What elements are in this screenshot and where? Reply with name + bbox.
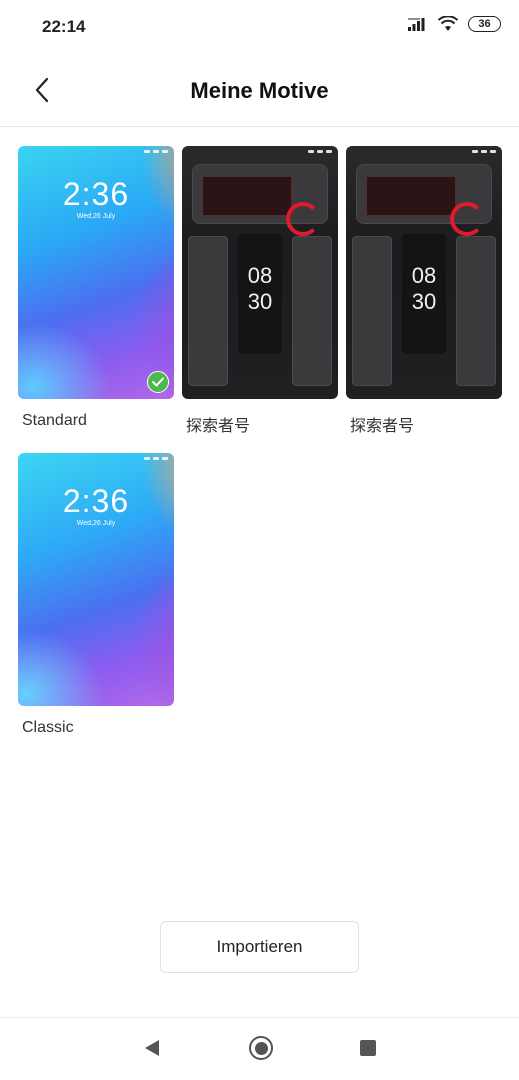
import-button[interactable]: Importieren [160, 921, 359, 973]
theme-thumbnail[interactable]: 2:36 Wed,26 July [18, 146, 174, 399]
status-time: 22:14 [42, 17, 86, 36]
battery-icon: 36 [468, 16, 501, 32]
theme-label: Classic [22, 719, 74, 736]
theme-tile-classic[interactable]: 2:36 Wed,26 July Classic [18, 453, 174, 737]
lock-time: 2:36 [62, 176, 130, 212]
status-bar: 22:14 36 [0, 0, 519, 52]
theme-thumbnail[interactable]: 08 30 [346, 146, 502, 399]
wifi-icon [438, 16, 458, 31]
theme-label: 探索者号 [186, 418, 251, 435]
lock-time: 2:36 [62, 483, 130, 519]
theme-thumbnail[interactable]: 08 30 [182, 146, 338, 399]
theme-thumbnail[interactable]: 2:36 Wed,26 July [18, 453, 174, 706]
theme-tile-standard[interactable]: 2:36 Wed,26 July Standard [18, 146, 174, 430]
square-recent-icon[interactable] [360, 1040, 376, 1056]
selected-check-icon [147, 371, 169, 393]
explorer-hours: 08 [247, 263, 273, 288]
status-icons: 36 [408, 16, 501, 32]
header: Meine Motive [0, 58, 519, 124]
triangle-back-icon[interactable] [142, 1038, 162, 1058]
circle-home-icon[interactable] [249, 1036, 273, 1060]
signal-icon [408, 18, 425, 31]
theme-tile-explorer[interactable]: 08 30 探索者号 [182, 146, 338, 436]
navigation-bar [0, 1018, 519, 1080]
header-divider [0, 126, 519, 127]
lock-date: Wed,26 July [76, 520, 116, 527]
page-title: Meine Motive [190, 78, 329, 103]
explorer-minutes: 30 [247, 289, 273, 314]
theme-label: Standard [22, 412, 87, 429]
explorer-hours: 08 [411, 263, 437, 288]
explorer-minutes: 30 [411, 289, 437, 314]
lock-date: Wed,26 July [76, 213, 116, 220]
theme-label: 探索者号 [350, 418, 415, 435]
theme-tile-explorer[interactable]: 08 30 探索者号 [346, 146, 502, 436]
